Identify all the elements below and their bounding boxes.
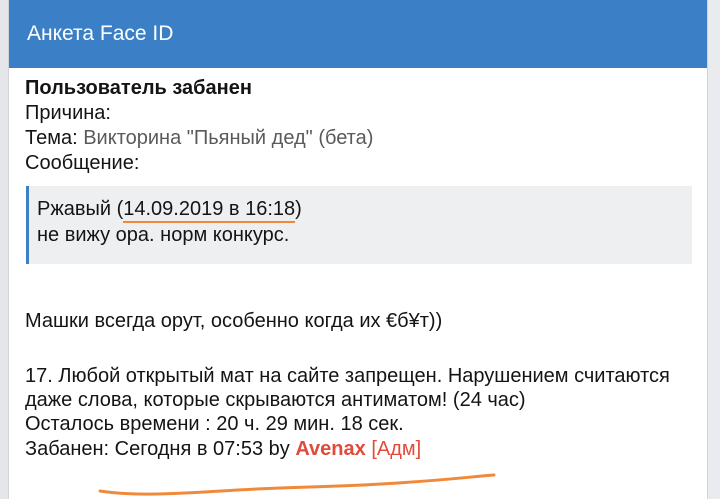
orange-underline-annotation	[98, 473, 496, 496]
ban-comment: Машки всегда орут, особенно когда их €б¥…	[25, 310, 443, 332]
ban-details: Пользователь забанен Причина: Тема: Викт…	[25, 76, 697, 462]
violated-rule: 17. Любой открытый мат на сайте запрещен…	[25, 365, 670, 411]
banned-by-row: Забанен: Сегодня в 07:53 by Avenax [Адм]	[25, 437, 697, 462]
ban-heading: Пользователь забанен	[25, 77, 252, 99]
banned-by-label: Забанен: Сегодня в 07:53 by	[25, 438, 296, 460]
quote-close-paren: )	[295, 198, 302, 220]
topic-row: Тема: Викторина "Пьяный дед" (бета)	[25, 126, 697, 151]
quoted-message: Ржавый (14.09.2019 в 16:18) не вижу ора.…	[26, 186, 692, 264]
screen: Анкета Face ID Пользователь забанен Прич…	[0, 0, 720, 499]
moderator-role: [Адм]	[371, 438, 422, 460]
page-margin-right	[708, 0, 720, 499]
face-id-panel: Анкета Face ID Пользователь забанен Прич…	[8, 0, 708, 499]
annotation-stroke	[98, 473, 496, 496]
page-margin-left	[0, 0, 8, 499]
quote-author[interactable]: Ржавый	[37, 198, 111, 220]
moderator-name[interactable]: Avenax	[295, 438, 365, 460]
message-label: Сообщение:	[25, 152, 140, 174]
time-remaining: Осталось времени : 20 ч. 29 мин. 18 сек.	[25, 413, 404, 435]
quote-open-paren: (	[111, 198, 124, 220]
reason-label: Причина:	[25, 102, 111, 124]
topic-label: Тема:	[25, 127, 78, 149]
quote-meta: Ржавый (14.09.2019 в 16:18)	[37, 196, 692, 223]
panel-title: Анкета Face ID	[9, 0, 707, 68]
topic-link[interactable]: Викторина "Пьяный дед" (бета)	[83, 127, 373, 149]
quote-text: не вижу ора. норм конкурс.	[37, 224, 290, 246]
quote-date: 14.09.2019 в 16:18	[123, 198, 296, 223]
